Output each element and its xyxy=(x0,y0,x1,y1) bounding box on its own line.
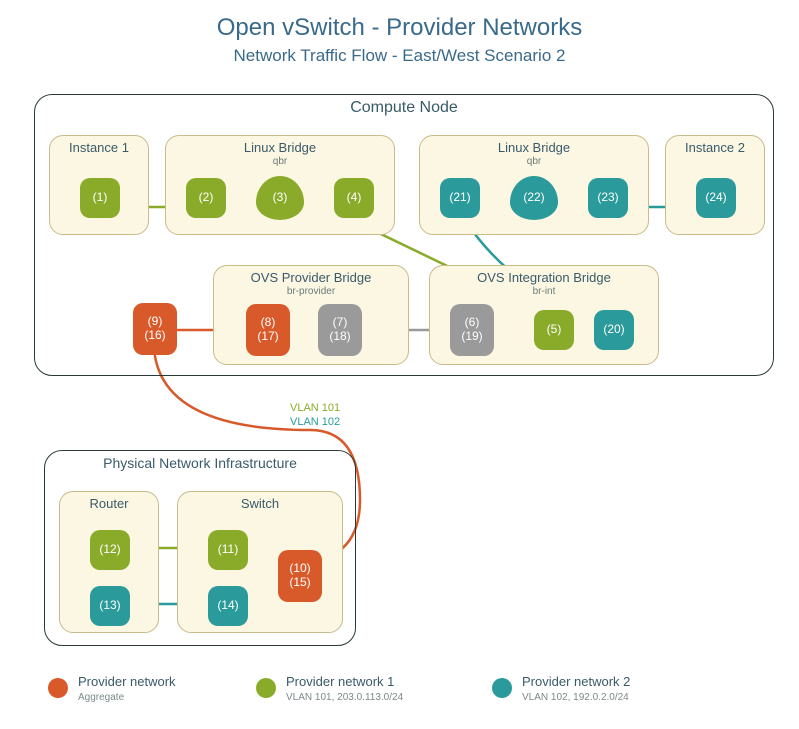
node-15-text: (15) xyxy=(289,576,310,590)
node-21-text: (21) xyxy=(449,191,470,205)
node-17-text: (17) xyxy=(257,330,278,344)
legend-net1-dot xyxy=(256,678,276,698)
node-20: (20) xyxy=(594,310,634,350)
node-19-text: (19) xyxy=(461,330,482,344)
node-6-text: (6) xyxy=(465,316,480,330)
ovs-prov-label: OVS Provider Bridge xyxy=(214,270,408,285)
node-1: (1) xyxy=(80,178,120,218)
node-13-text: (13) xyxy=(99,599,120,613)
switch-box: Switch (11) (14) (10) (15) xyxy=(177,491,343,633)
node-12-text: (12) xyxy=(99,543,120,557)
node-11: (11) xyxy=(208,530,248,570)
node-10-15: (10) (15) xyxy=(278,550,322,602)
legend-net1-sub: VLAN 101, 203.0.113.0/24 xyxy=(286,692,403,703)
legend-net2-sub: VLAN 102, 192.0.2.0/24 xyxy=(522,692,629,703)
node-16-text: (16) xyxy=(144,329,165,343)
lb1-sub: qbr xyxy=(166,156,394,167)
switch-label: Switch xyxy=(178,496,342,511)
node-23: (23) xyxy=(588,178,628,218)
node-4: (4) xyxy=(334,178,374,218)
legend-agg-title: Provider network xyxy=(78,674,176,689)
legend-agg-sub: Aggregate xyxy=(78,692,124,703)
phys-infra-label: Physical Network Infrastructure xyxy=(45,449,355,471)
node-22-text: (22) xyxy=(523,191,544,205)
node-14: (14) xyxy=(208,586,248,626)
instance1-label: Instance 1 xyxy=(50,140,148,155)
lb2-sub: qbr xyxy=(420,156,648,167)
legend-net2-dot xyxy=(492,678,512,698)
sub-title: Network Traffic Flow - East/West Scenari… xyxy=(0,46,799,66)
node-3: (3) xyxy=(256,176,304,220)
ovs-int-box: OVS Integration Bridge br-int (6) (19) (… xyxy=(429,265,659,365)
node-2: (2) xyxy=(186,178,226,218)
node-20-text: (20) xyxy=(603,323,624,337)
ovs-prov-sub: br-provider xyxy=(214,286,408,297)
node-9-16: (9) (16) xyxy=(133,303,177,355)
node-13: (13) xyxy=(90,586,130,626)
legend-net2-title: Provider network 2 xyxy=(522,674,630,689)
node-18-text: (18) xyxy=(329,330,350,344)
legend-agg-dot xyxy=(48,678,68,698)
node-11-text: (11) xyxy=(218,543,238,557)
linux-bridge-1-box: Linux Bridge qbr (2) (3) (4) xyxy=(165,135,395,235)
node-8-text: (8) xyxy=(261,316,276,330)
ovs-provider-box: OVS Provider Bridge br-provider (8) (17)… xyxy=(213,265,409,365)
vlan-102-label: VLAN 102 xyxy=(290,416,340,428)
node-12: (12) xyxy=(90,530,130,570)
node-14-text: (14) xyxy=(217,599,238,613)
lb2-label: Linux Bridge xyxy=(420,140,648,155)
node-5-text: (5) xyxy=(547,323,562,337)
compute-node-group: Compute Node Instance 1 (1) Linux Bridge… xyxy=(34,94,774,376)
phys-infra-group: Physical Network Infrastructure Router (… xyxy=(44,450,356,646)
legend-net1-title: Provider network 1 xyxy=(286,674,394,689)
node-4-text: (4) xyxy=(347,191,362,205)
node-8-17: (8) (17) xyxy=(246,304,290,356)
compute-node-label: Compute Node xyxy=(35,93,773,117)
instance2-label: Instance 2 xyxy=(666,140,764,155)
main-title: Open vSwitch - Provider Networks xyxy=(0,14,799,42)
node-23-text: (23) xyxy=(597,191,618,205)
ovs-int-label: OVS Integration Bridge xyxy=(430,270,658,285)
linux-bridge-2-box: Linux Bridge qbr (21) (22) (23) xyxy=(419,135,649,235)
node-7-text: (7) xyxy=(333,316,348,330)
lb1-label: Linux Bridge xyxy=(166,140,394,155)
node-22: (22) xyxy=(510,176,558,220)
node-9-text: (9) xyxy=(148,315,163,329)
node-3-text: (3) xyxy=(273,191,288,205)
node-6-19: (6) (19) xyxy=(450,304,494,356)
node-24: (24) xyxy=(696,178,736,218)
node-5: (5) xyxy=(534,310,574,350)
node-24-text: (24) xyxy=(705,191,726,205)
router-box: Router (12) (13) xyxy=(59,491,159,633)
ovs-int-sub: br-int xyxy=(430,286,658,297)
instance1-box: Instance 1 (1) xyxy=(49,135,149,235)
node-10-text: (10) xyxy=(289,562,310,576)
vlan-101-label: VLAN 101 xyxy=(290,402,340,414)
node-7-18: (7) (18) xyxy=(318,304,362,356)
instance2-box: Instance 2 (24) xyxy=(665,135,765,235)
node-1-text: (1) xyxy=(93,191,108,205)
node-21: (21) xyxy=(440,178,480,218)
node-2-text: (2) xyxy=(199,191,214,205)
router-label: Router xyxy=(60,496,158,511)
